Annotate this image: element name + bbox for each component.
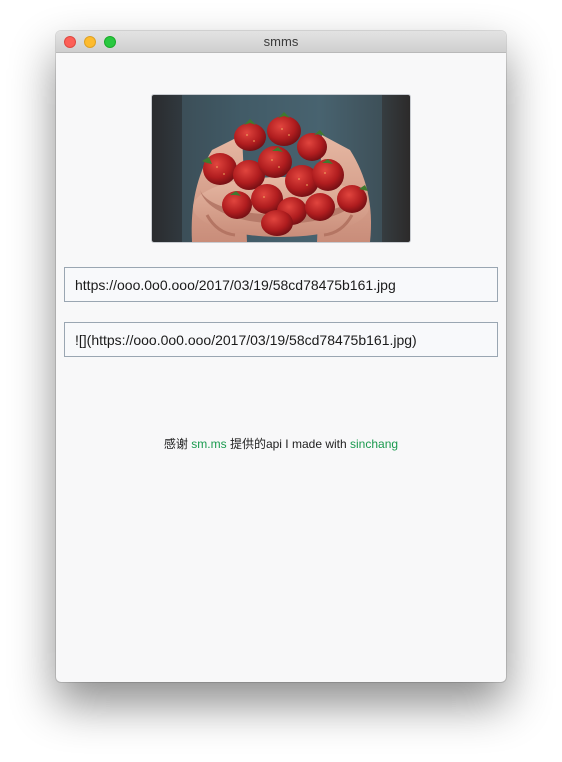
credit-thanks-text: 感谢 [163, 437, 188, 451]
markdown-link-field[interactable] [64, 322, 498, 357]
app-window: smms https://ooo.0o0.ooo/2017/03/19/58cd… [56, 31, 506, 682]
credit-footer: 感谢 sm.ms 提供的api I made with sinchang [56, 435, 506, 452]
uploaded-image-preview[interactable] [151, 94, 411, 243]
image-url-field[interactable] [64, 267, 498, 302]
window-title: smms [263, 34, 299, 49]
strawberries-photo [152, 95, 410, 242]
author-link[interactable]: sinchang [350, 437, 398, 451]
title-bar[interactable]: smms [56, 31, 506, 53]
smms-link[interactable]: sm.ms [191, 437, 226, 451]
credit-middle-text: 提供的api I made with [229, 437, 347, 451]
